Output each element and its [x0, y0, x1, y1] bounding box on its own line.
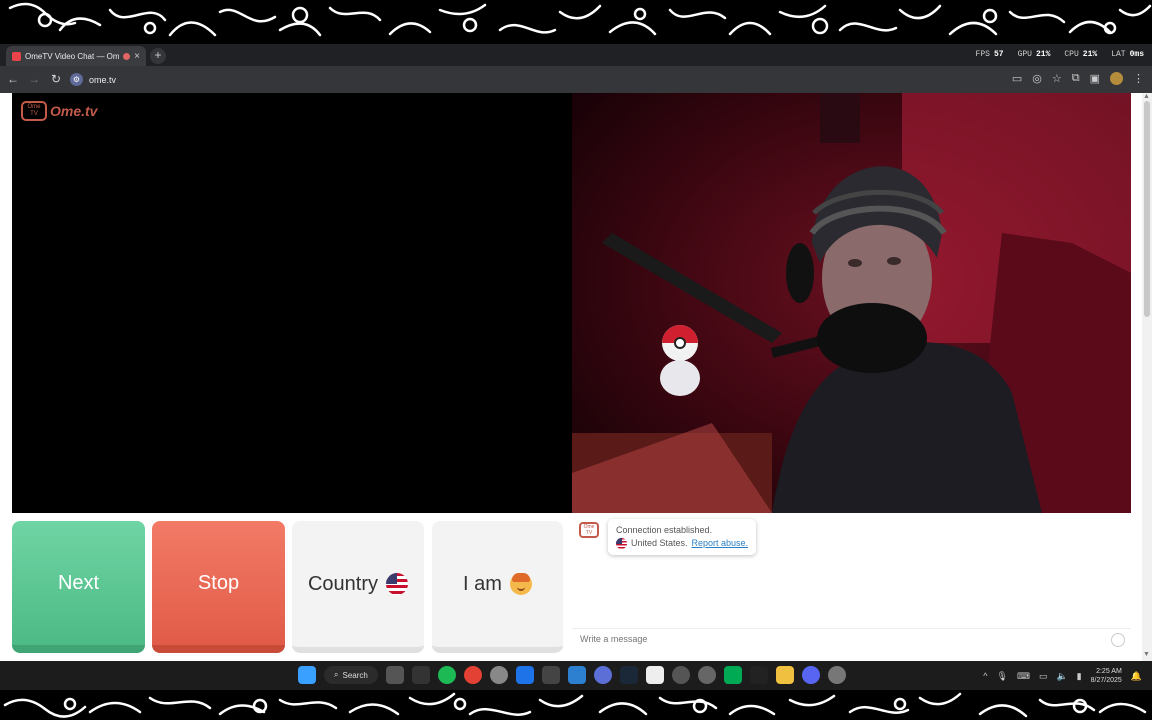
keyboard-icon[interactable]: ⌨ — [1017, 671, 1030, 682]
browser-tools: ▭ ◎ ☆ ⧉ ▣ ⋮ — [1012, 72, 1144, 85]
scroll-down-icon[interactable]: ▼ — [1143, 651, 1150, 658]
address-bar[interactable]: ⚙ ome.tv — [70, 70, 960, 89]
emoji-icon[interactable] — [1111, 633, 1125, 647]
system-tray: ^ 🎙 ⌨ ▭ 🔈 ▮ 2:25 AM 8/27/2025 🔔 — [983, 667, 1142, 685]
scrollbar-thumb[interactable] — [1144, 101, 1150, 317]
gpu-readout: GPU 21% — [1017, 50, 1051, 59]
stranger-video-panel — [572, 93, 1131, 513]
report-abuse-link[interactable]: Report abuse. — [692, 537, 749, 550]
tab-title: OmeTV Video Chat — Ome — [25, 51, 120, 61]
own-video-panel: Ome TV Ome.tv — [12, 93, 572, 513]
cast-icon[interactable]: ▭ — [1012, 72, 1022, 85]
search-label: Search — [342, 670, 368, 680]
app-mask-icon[interactable] — [749, 666, 768, 684]
chat-input-bar — [572, 628, 1131, 651]
tab-close-icon[interactable]: × — [134, 51, 140, 62]
performance-overlay: FPS 57 GPU 21% CPU 21% LAT 0ms — [976, 50, 1144, 59]
split-view-icon[interactable]: ▣ — [1090, 72, 1100, 85]
us-flag-icon — [386, 573, 409, 595]
display-icon[interactable]: ▭ — [1039, 671, 1048, 682]
taskbar-apps: ⌕ Search — [298, 666, 846, 684]
ometv-favicon-icon — [12, 51, 21, 61]
ometv-logo[interactable]: Ome TV Ome.tv — [21, 101, 97, 121]
back-arrow-icon[interactable]: ← — [6, 72, 20, 86]
chevron-up-icon[interactable]: ^ — [983, 671, 987, 681]
forward-arrow-icon[interactable]: → — [27, 72, 41, 86]
app-notify-icon[interactable] — [697, 666, 716, 684]
site-info-icon[interactable]: ⚙ — [70, 73, 83, 86]
notepad-icon[interactable] — [645, 666, 664, 684]
ometv-page: Ome TV Ome.tv Next Stop Country I am Ome… — [0, 93, 1152, 661]
fps-readout: FPS 57 — [975, 50, 1004, 59]
eye-off-icon[interactable]: ◎ — [1032, 72, 1042, 85]
discord-icon[interactable] — [801, 666, 820, 684]
next-label: Next — [57, 571, 100, 594]
steam-icon[interactable] — [619, 666, 638, 684]
photos-icon[interactable] — [567, 666, 586, 684]
next-button[interactable]: Next — [12, 521, 145, 653]
url-text: ome.tv — [89, 74, 117, 85]
desktop-wallpaper-bottom — [0, 690, 1152, 720]
spotify-icon[interactable] — [437, 666, 456, 684]
page-scrollbar[interactable]: ▲ ▼ — [1142, 93, 1152, 661]
browser-tab-ometv[interactable]: OmeTV Video Chat — Ome × — [6, 46, 146, 66]
chat-panel: Ome TV Connection established. United St… — [572, 515, 1131, 655]
terminal-icon[interactable] — [723, 666, 742, 684]
cpu-readout: CPU 21% — [1064, 50, 1098, 59]
browser-toolbar: ← → ↻ ⚙ ome.tv ▭ ◎ ☆ ⧉ ▣ ⋮ — [0, 66, 1152, 93]
app-grid-icon[interactable] — [541, 666, 560, 684]
app-circle-icon[interactable] — [593, 666, 612, 684]
ometv-logo-text: Ome.tv — [50, 103, 98, 119]
stop-button[interactable]: Stop — [152, 521, 285, 653]
system-message: Connection established. United States. R… — [608, 519, 757, 555]
settings-gear-icon[interactable] — [827, 666, 846, 684]
profile-avatar[interactable] — [1110, 72, 1123, 85]
clock-date: 8/27/2025 — [1090, 677, 1122, 684]
obs-icon[interactable] — [489, 666, 508, 684]
app-blue-icon[interactable] — [515, 666, 534, 684]
boy-face-icon — [509, 573, 532, 595]
bookmark-star-icon[interactable]: ☆ — [1052, 72, 1062, 85]
stop-label: Stop — [197, 571, 240, 594]
clock-time: 2:25 AM — [1096, 668, 1122, 675]
battery-icon[interactable]: ▮ — [1077, 671, 1082, 682]
scroll-up-icon[interactable]: ▲ — [1143, 93, 1150, 100]
browser-menu-icon[interactable]: ⋮ — [1133, 72, 1144, 85]
connection-status: Connection established. — [616, 525, 713, 535]
reload-icon[interactable]: ↻ — [49, 72, 63, 86]
stranger-country: United States. — [631, 538, 688, 548]
ometv-logo-icon: Ome TV — [21, 101, 47, 121]
windows-taskbar: ⌕ Search ^ 🎙 ⌨ ▭ 🔈 ▮ 2:25 AM 8/27/2025 🔔 — [0, 661, 1152, 690]
search-icon: ⌕ — [334, 670, 339, 679]
file-explorer-icon[interactable] — [775, 666, 794, 684]
new-tab-button[interactable]: + — [150, 48, 166, 64]
desktop-wallpaper-top — [0, 0, 1152, 44]
microphone-icon[interactable]: 🎙 — [997, 671, 1008, 682]
taskbar-search[interactable]: ⌕ Search — [324, 666, 378, 684]
latency-readout: LAT 0ms — [1111, 50, 1144, 59]
iam-label: I am — [463, 572, 502, 595]
task-view-icon[interactable] — [385, 666, 404, 684]
extensions-icon[interactable]: ⧉ — [1072, 72, 1080, 85]
recording-indicator-icon — [123, 52, 131, 60]
country-button[interactable]: Country — [292, 521, 424, 653]
chrome-icon[interactable] — [463, 666, 482, 684]
widgets-icon[interactable] — [411, 666, 430, 684]
gender-button[interactable]: I am — [432, 521, 563, 653]
stranger-video-frame — [572, 93, 1131, 513]
us-flag-icon — [616, 538, 627, 549]
notification-bell-icon[interactable]: 🔔 — [1131, 671, 1142, 682]
chat-message-input[interactable] — [578, 633, 1082, 645]
taskbar-clock[interactable]: 2:25 AM 8/27/2025 — [1091, 667, 1122, 685]
country-label: Country — [307, 572, 379, 595]
speaker-icon[interactable]: 🔈 — [1056, 671, 1067, 682]
app-settings-icon[interactable] — [671, 666, 690, 684]
windows-start-icon[interactable] — [298, 666, 316, 684]
ometv-chat-icon: Ome TV — [579, 522, 599, 538]
